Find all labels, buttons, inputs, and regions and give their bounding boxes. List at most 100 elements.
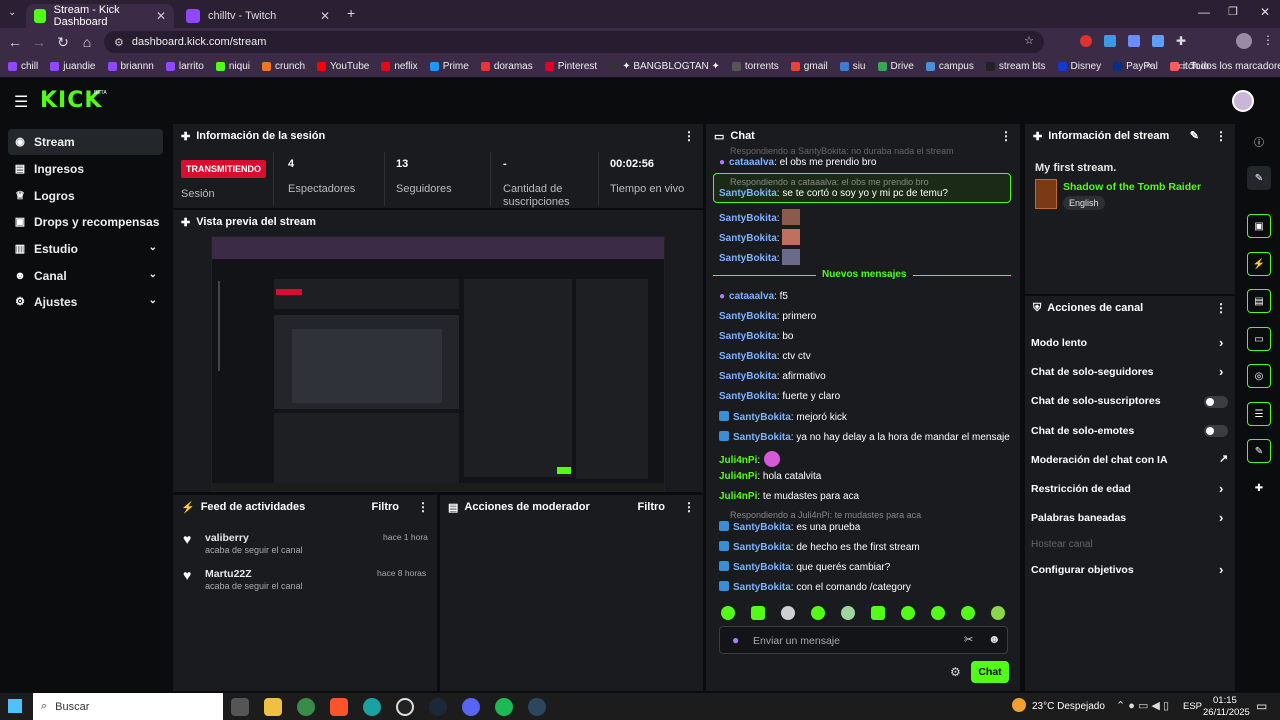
tab-twitch[interactable]: chilltv - Twitch ✕ [178, 4, 338, 28]
emote-icon[interactable] [961, 606, 975, 620]
more-options-icon[interactable]: ⋮ [683, 129, 695, 143]
add-widget-rail-icon[interactable]: ✚ [1247, 476, 1271, 500]
new-tab-icon[interactable]: + [347, 5, 355, 21]
user-avatar[interactable] [1232, 90, 1254, 112]
extension-icon[interactable] [1152, 35, 1164, 47]
notifications-icon[interactable]: ▭ [1256, 699, 1267, 713]
mic-icon[interactable]: ● [732, 633, 739, 647]
forward-icon[interactable]: → [27, 34, 51, 50]
emotes-only-toggle[interactable] [1204, 425, 1228, 437]
bookmark[interactable]: YouTube [317, 61, 369, 72]
sidebar-item-drops[interactable]: ▣ Drops y recompensas [8, 209, 163, 235]
sidebar-item-logros[interactable]: ♕ Logros [8, 183, 163, 209]
more-options-icon[interactable]: ⋮ [417, 500, 429, 514]
wrench-rail-icon[interactable]: ✎ [1247, 439, 1271, 463]
extensions-puzzle-icon[interactable]: ✚ [1176, 34, 1186, 48]
bookmark[interactable]: Pinterest [544, 61, 597, 72]
bookmark[interactable]: larrito [165, 61, 204, 72]
close-icon[interactable]: ✕ [156, 9, 166, 23]
chat-input[interactable]: ● Enviar un mensaje ✂ ☻ [719, 626, 1008, 654]
menu-icon[interactable]: ⋮ [1262, 33, 1274, 47]
bookmark[interactable]: crunch [262, 61, 305, 72]
layout-rail-icon[interactable]: ▣ [1247, 214, 1271, 238]
more-options-icon[interactable]: ⋮ [1215, 301, 1227, 315]
emote-icon[interactable] [751, 606, 765, 620]
ai-moderation-action[interactable]: Moderación del chat con IA ↗ [1031, 453, 1228, 466]
reload-icon[interactable]: ↻ [51, 34, 75, 51]
emote-icon[interactable] [781, 606, 795, 620]
all-bookmarks-folder[interactable]: ▭ Todos los marcadores [1178, 61, 1280, 72]
emote-icon[interactable] [901, 606, 915, 620]
chat-rail-icon[interactable]: ▭ [1247, 327, 1271, 351]
bookmark[interactable]: doramas [480, 61, 533, 72]
subscribers-only-toggle[interactable] [1204, 396, 1228, 408]
filter-button[interactable]: Filtro [372, 501, 400, 513]
app-icon[interactable] [363, 698, 381, 716]
banned-words-action[interactable]: Palabras baneadas › [1031, 510, 1223, 525]
broadcast-rail-icon[interactable]: ◎ [1247, 364, 1271, 388]
address-bar[interactable]: ⚙ dashboard.kick.com/stream ☆ [104, 31, 1044, 53]
taskbar-search[interactable]: ⌕ Buscar [33, 693, 223, 720]
bookmark[interactable]: Prime [429, 61, 469, 72]
file-explorer-icon[interactable] [264, 698, 282, 716]
emote-icon[interactable] [841, 606, 855, 620]
site-info-icon[interactable]: ⚙ [114, 36, 124, 49]
chat-send-button[interactable]: Chat [971, 661, 1009, 683]
goals-action[interactable]: Configurar objetivos › [1031, 562, 1223, 577]
edit-icon[interactable]: ✎ [1190, 129, 1199, 142]
bookmark[interactable]: neflix [381, 61, 418, 72]
slow-mode-action[interactable]: Modo lento › [1031, 335, 1223, 350]
bookmark[interactable]: campus [925, 61, 974, 72]
sidebar-item-ajustes[interactable]: ⚙ Ajustes ⌄ [8, 289, 163, 315]
emote-icon[interactable] [931, 606, 945, 620]
restore-icon[interactable]: ❐ [1228, 5, 1238, 18]
discord-icon[interactable] [462, 698, 480, 716]
category-name[interactable]: Shadow of the Tomb Raider [1063, 181, 1201, 193]
home-icon[interactable]: ⌂ [75, 34, 99, 50]
bookmark[interactable]: torrents [731, 61, 779, 72]
followers-only-action[interactable]: Chat de solo-seguidores › [1031, 364, 1223, 379]
kick-emote-icon[interactable]: ✂ [964, 633, 973, 646]
stack-rail-icon[interactable]: ☰ [1247, 402, 1271, 426]
more-options-icon[interactable]: ⋮ [1215, 129, 1227, 143]
bookmark[interactable]: stream bts [985, 61, 1046, 72]
feed-user[interactable]: Martu22Z [205, 568, 252, 580]
more-options-icon[interactable]: ⋮ [1000, 129, 1012, 143]
extension-icon[interactable] [1128, 35, 1140, 47]
window-close-icon[interactable]: ✕ [1260, 5, 1270, 19]
bookmark[interactable]: siu [839, 61, 866, 72]
language-indicator[interactable]: ESP [1183, 701, 1202, 712]
brave-icon[interactable] [330, 698, 348, 716]
chrome-icon[interactable] [297, 698, 315, 716]
clock-date[interactable]: 26/11/2025 [1203, 707, 1250, 718]
emoji-icon[interactable]: ☻ [988, 632, 1001, 646]
steam-icon[interactable] [528, 698, 546, 716]
spotify-icon[interactable] [495, 698, 513, 716]
obs-icon[interactable] [396, 698, 414, 716]
bookmark[interactable]: gmail [790, 61, 828, 72]
tray-icons[interactable]: ⌃ ● ▭ ◀ ▯ [1116, 699, 1169, 712]
edit-rail-icon[interactable]: ✎ [1247, 166, 1271, 190]
bookmark[interactable]: niqui [215, 61, 250, 72]
sidebar-item-ingresos[interactable]: ▤ Ingresos [8, 156, 163, 182]
bookmark[interactable]: Disney [1057, 61, 1101, 72]
stream-preview-video[interactable] [211, 236, 665, 492]
age-restriction-action[interactable]: Restricción de edad › [1031, 481, 1223, 496]
hamburger-menu-icon[interactable]: ☰ [14, 92, 28, 112]
windows-start-icon[interactable] [8, 699, 22, 713]
bookmark[interactable]: chill [8, 61, 38, 72]
minimize-icon[interactable]: — [1198, 5, 1210, 19]
filter-button[interactable]: Filtro [638, 501, 666, 513]
bookmark[interactable]: ✦ BANGBLOGTAN ✦ [609, 61, 720, 72]
close-icon[interactable]: ✕ [320, 9, 330, 23]
doc-rail-icon[interactable]: ▤ [1247, 289, 1271, 313]
lightning-rail-icon[interactable]: ⚡ [1247, 252, 1271, 276]
bookmark-star-icon[interactable]: ☆ [1024, 34, 1034, 47]
sidebar-item-estudio[interactable]: ▥ Estudio ⌄ [8, 236, 163, 262]
feed-user[interactable]: valiberry [205, 532, 249, 544]
steam-icon[interactable] [429, 698, 447, 716]
tab-search-icon[interactable]: ⌄ [8, 7, 16, 18]
sidebar-item-stream[interactable]: ◉ Stream [8, 129, 163, 155]
emote-icon[interactable] [721, 606, 735, 620]
profile-avatar-icon[interactable] [1236, 33, 1252, 49]
